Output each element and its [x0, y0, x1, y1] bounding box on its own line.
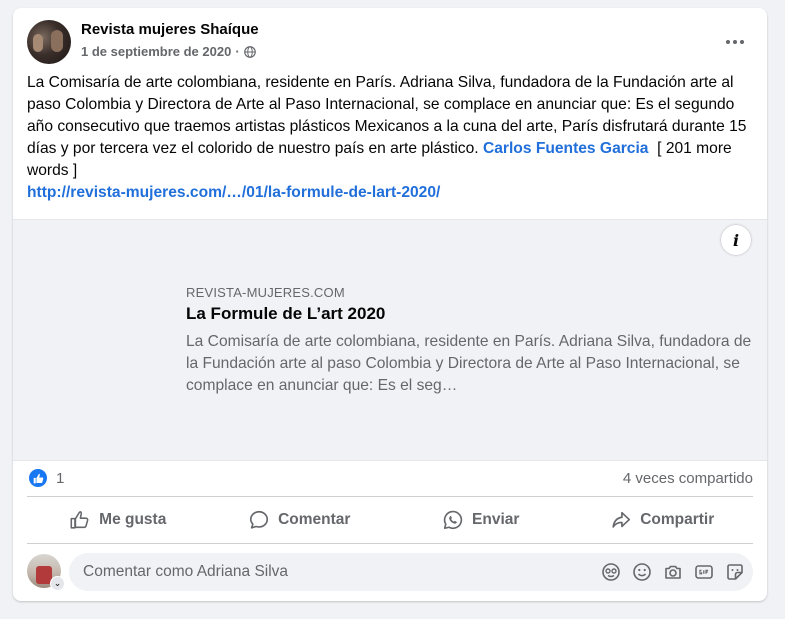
- send-button[interactable]: Enviar: [390, 498, 572, 542]
- share-button[interactable]: Compartir: [572, 498, 754, 542]
- link-description: La Comisaría de arte colombiana, residen…: [186, 333, 752, 394]
- link-title[interactable]: La Formule de L’art 2020: [186, 304, 385, 324]
- link-domain: REVISTA-MUJERES.COM: [186, 285, 345, 300]
- divider-top: [27, 496, 753, 497]
- avatar-sticker-icon[interactable]: [600, 561, 621, 582]
- send-label: Enviar: [472, 511, 520, 528]
- divider-bottom: [27, 543, 753, 544]
- mention-link[interactable]: Carlos Fuentes Garcia: [483, 140, 649, 157]
- gif-icon[interactable]: [693, 561, 714, 582]
- post-meta: 1 de septiembre de 2020 ·: [81, 44, 256, 59]
- link-preview[interactable]: i REVISTA-MUJERES.COM La Formule de L’ar…: [13, 219, 767, 461]
- share-count[interactable]: 4 veces compartido: [623, 470, 753, 487]
- globe-icon: [243, 45, 256, 58]
- meta-separator: ·: [235, 44, 240, 59]
- comment-icon: [249, 510, 269, 529]
- comment-placeholder: Comentar como Adriana Silva: [83, 563, 289, 580]
- chevron-down-icon[interactable]: ⌄: [50, 576, 65, 591]
- comment-input[interactable]: Comentar como Adriana Silva: [69, 553, 753, 591]
- post-text: La Comisaría de arte colombiana, residen…: [27, 72, 755, 204]
- comment-tools: [600, 561, 745, 582]
- like-label: Me gusta: [99, 511, 167, 528]
- reactions-bar: 1 4 veces compartido: [27, 468, 753, 492]
- comment-label: Comentar: [278, 511, 351, 528]
- share-arrow-icon: [612, 511, 631, 528]
- emoji-icon[interactable]: [631, 561, 652, 582]
- action-bar: Me gusta Comentar Enviar Compartir: [27, 498, 753, 542]
- post-header: Revista mujeres Shaíque 1 de septiembre …: [27, 20, 753, 66]
- page-avatar[interactable]: [27, 20, 71, 64]
- comment-button[interactable]: Comentar: [209, 498, 391, 542]
- post-url[interactable]: http://revista-mujeres.com/…/01/la-formu…: [27, 184, 440, 201]
- page-name[interactable]: Revista mujeres Shaíque: [81, 21, 259, 38]
- like-button[interactable]: Me gusta: [27, 498, 209, 542]
- camera-icon[interactable]: [662, 561, 683, 582]
- sticker-icon[interactable]: [724, 561, 745, 582]
- info-icon[interactable]: i: [721, 225, 751, 255]
- more-options-icon[interactable]: [723, 32, 747, 52]
- thumbs-up-icon: [70, 511, 89, 529]
- like-count[interactable]: 1: [56, 470, 64, 487]
- post-card: Revista mujeres Shaíque 1 de septiembre …: [13, 8, 767, 601]
- whatsapp-icon: [443, 510, 463, 530]
- post-date[interactable]: 1 de septiembre de 2020: [81, 44, 231, 59]
- comment-composer: ⌄ Comentar como Adriana Silva: [27, 552, 753, 592]
- like-reaction-icon[interactable]: [29, 469, 47, 487]
- share-label: Compartir: [640, 511, 715, 528]
